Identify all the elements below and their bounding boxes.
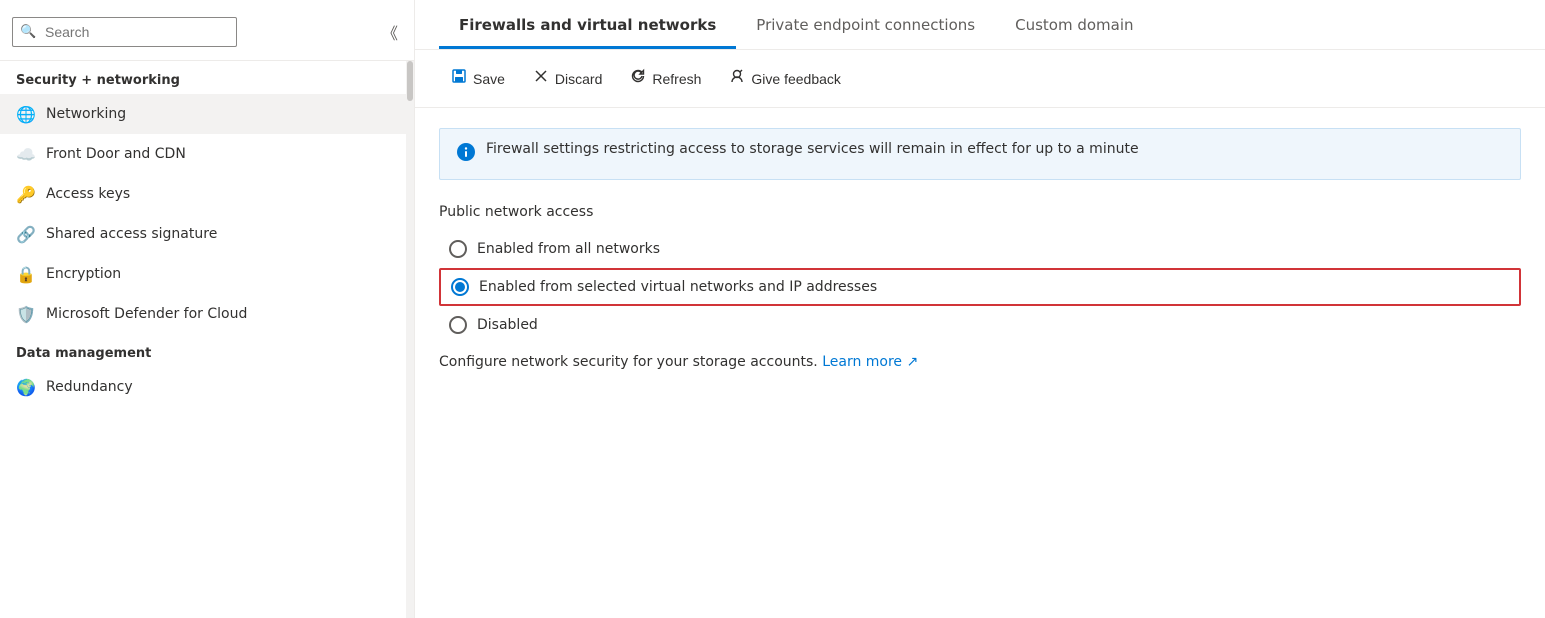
scroll-thumb <box>407 61 413 101</box>
scroll-indicator <box>406 61 414 618</box>
save-label: Save <box>473 71 505 87</box>
search-input[interactable] <box>12 17 237 47</box>
sidebar-item-access-keys[interactable]: 🔑 Access keys <box>0 174 406 214</box>
sidebar-item-networking-label: Networking <box>46 106 126 122</box>
configure-text: Configure network security for your stor… <box>439 354 1521 370</box>
section-label-data: Data management <box>0 334 406 367</box>
tab-firewalls[interactable]: Firewalls and virtual networks <box>439 0 736 49</box>
radio-circle-all <box>449 240 467 258</box>
front-door-icon: ☁️ <box>16 144 36 164</box>
public-network-access-label: Public network access <box>439 204 1521 220</box>
radio-group: Enabled from all networks Enabled from s… <box>439 232 1521 342</box>
refresh-label: Refresh <box>652 71 701 87</box>
section-label-security: Security + networking <box>0 61 406 94</box>
radio-circle-disabled <box>449 316 467 334</box>
sidebar-scroll-wrapper: Security + networking 🌐 Networking ☁️ Fr… <box>0 61 414 618</box>
sidebar-item-redundancy-label: Redundancy <box>46 379 133 395</box>
sidebar-item-access-keys-label: Access keys <box>46 186 130 202</box>
sidebar-item-encryption[interactable]: 🔒 Encryption <box>0 254 406 294</box>
sidebar-item-defender-label: Microsoft Defender for Cloud <box>46 306 247 322</box>
discard-label: Discard <box>555 71 602 87</box>
sidebar-item-encryption-label: Encryption <box>46 266 121 282</box>
learn-more-link[interactable]: Learn more ↗ <box>822 354 918 370</box>
sidebar-item-shared-access-label: Shared access signature <box>46 226 217 242</box>
sidebar-item-defender[interactable]: 🛡️ Microsoft Defender for Cloud <box>0 294 406 334</box>
radio-all-networks[interactable]: Enabled from all networks <box>439 232 1521 266</box>
save-button[interactable]: Save <box>439 62 517 95</box>
search-bar: 🔍 《 <box>0 0 414 61</box>
toolbar: Save Discard Refresh <box>415 50 1545 108</box>
shared-access-icon: 🔗 <box>16 224 36 244</box>
info-banner-text: Firewall settings restricting access to … <box>486 141 1139 157</box>
tab-private-endpoint[interactable]: Private endpoint connections <box>736 0 995 49</box>
sidebar: 🔍 《 Security + networking 🌐 Networking ☁… <box>0 0 415 618</box>
encryption-icon: 🔒 <box>16 264 36 284</box>
configure-text-content: Configure network security for your stor… <box>439 354 818 370</box>
discard-button[interactable]: Discard <box>521 62 614 95</box>
tabs-bar: Firewalls and virtual networks Private e… <box>415 0 1545 50</box>
defender-icon: 🛡️ <box>16 304 36 324</box>
radio-all-networks-label: Enabled from all networks <box>477 241 660 257</box>
info-icon <box>456 142 476 167</box>
save-icon <box>451 68 467 89</box>
sidebar-item-front-door[interactable]: ☁️ Front Door and CDN <box>0 134 406 174</box>
main-content: Firewalls and virtual networks Private e… <box>415 0 1545 618</box>
content-area: Firewall settings restricting access to … <box>415 108 1545 618</box>
sidebar-nav: Security + networking 🌐 Networking ☁️ Fr… <box>0 61 406 618</box>
sidebar-item-front-door-label: Front Door and CDN <box>46 146 186 162</box>
refresh-button[interactable]: Refresh <box>618 62 713 95</box>
sidebar-item-redundancy[interactable]: 🌍 Redundancy <box>0 367 406 407</box>
radio-disabled[interactable]: Disabled <box>439 308 1521 342</box>
redundancy-icon: 🌍 <box>16 377 36 397</box>
search-icon: 🔍 <box>20 25 36 40</box>
access-keys-icon: 🔑 <box>16 184 36 204</box>
radio-circle-selected <box>451 278 469 296</box>
sidebar-item-networking[interactable]: 🌐 Networking <box>0 94 406 134</box>
feedback-button[interactable]: Give feedback <box>717 62 853 95</box>
networking-icon: 🌐 <box>16 104 36 124</box>
refresh-icon <box>630 68 646 89</box>
feedback-label: Give feedback <box>751 71 841 87</box>
tab-custom-domain[interactable]: Custom domain <box>995 0 1153 49</box>
radio-disabled-label: Disabled <box>477 317 538 333</box>
collapse-button[interactable]: 《 <box>378 16 402 48</box>
search-wrapper: 🔍 <box>12 17 370 47</box>
sidebar-item-shared-access[interactable]: 🔗 Shared access signature <box>0 214 406 254</box>
discard-icon <box>533 68 549 89</box>
radio-selected-networks-label: Enabled from selected virtual networks a… <box>479 279 877 295</box>
info-banner: Firewall settings restricting access to … <box>439 128 1521 180</box>
radio-selected-networks[interactable]: Enabled from selected virtual networks a… <box>439 268 1521 306</box>
feedback-icon <box>729 68 745 89</box>
